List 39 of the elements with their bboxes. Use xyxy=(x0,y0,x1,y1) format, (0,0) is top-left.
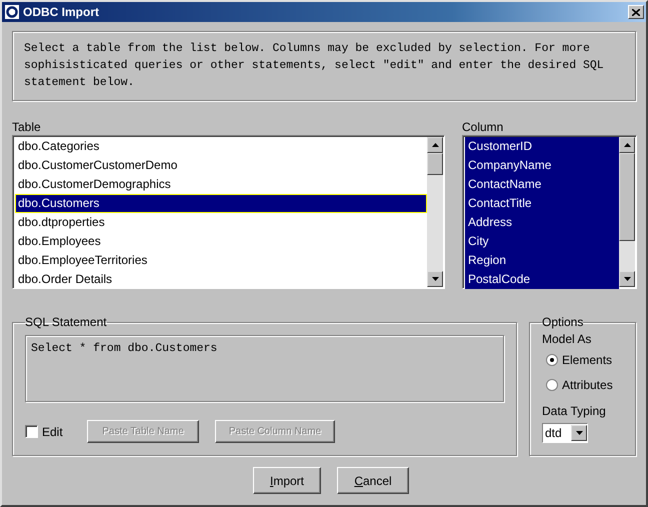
radio-option[interactable]: Elements xyxy=(546,353,623,366)
group-title: SQL Statement xyxy=(25,315,107,329)
table-item[interactable]: dbo.Categories xyxy=(15,137,427,156)
column-label: Column xyxy=(462,119,504,135)
scroll-up-button[interactable] xyxy=(619,137,635,153)
instructions-text: Select a table from the list below. Columns may be excluded by selection. For more sophisisticated queries or other statements, select "edit" and enter the desired SQL statement below. xyxy=(24,41,605,91)
group-title: Options xyxy=(542,315,584,329)
scroll-down-button[interactable] xyxy=(619,271,635,287)
scrollbar[interactable] xyxy=(427,137,443,287)
data-typing-dropdown[interactable]: dtd xyxy=(542,423,588,443)
table-item[interactable]: dbo.dtproperties xyxy=(15,213,427,232)
scroll-thumb[interactable] xyxy=(619,153,635,241)
table-item[interactable]: dbo.EmployeeTerritories xyxy=(15,251,427,270)
close-icon xyxy=(632,8,640,16)
window-title: ODBC Import xyxy=(23,5,100,19)
scroll-down-button[interactable] xyxy=(427,271,443,287)
scroll-up-button[interactable] xyxy=(427,137,443,153)
down-arrow-icon xyxy=(576,431,582,435)
table-item[interactable]: dbo.CustomerDemographics xyxy=(15,175,427,194)
down-arrow-icon xyxy=(432,277,438,281)
up-arrow-icon xyxy=(624,143,630,147)
edit-checkbox[interactable]: Edit xyxy=(25,424,87,438)
up-arrow-icon xyxy=(432,143,438,147)
table-item[interactable]: dbo.CustomerCustomerDemo xyxy=(15,156,427,175)
app-icon xyxy=(5,5,19,19)
table-item[interactable]: dbo.Employees xyxy=(15,232,427,251)
down-arrow-icon xyxy=(624,277,630,281)
table-item[interactable]: dbo.Order Details xyxy=(15,270,427,289)
table-label: Table xyxy=(12,119,42,135)
close-button[interactable] xyxy=(628,5,644,19)
radio-option[interactable]: Attributes xyxy=(546,378,623,391)
scrollbar[interactable] xyxy=(619,137,635,287)
table-item[interactable]: dbo.Customers xyxy=(15,194,427,213)
sql-statement-field[interactable]: Select * from dbo.Customers xyxy=(25,335,504,402)
cancel-button[interactable]: Cancel xyxy=(337,467,409,494)
scroll-thumb[interactable] xyxy=(427,153,443,175)
model-as-label: Model As xyxy=(542,331,592,347)
data-typing-label: Data Typing xyxy=(542,403,607,419)
import-button[interactable]: Import xyxy=(253,467,321,494)
